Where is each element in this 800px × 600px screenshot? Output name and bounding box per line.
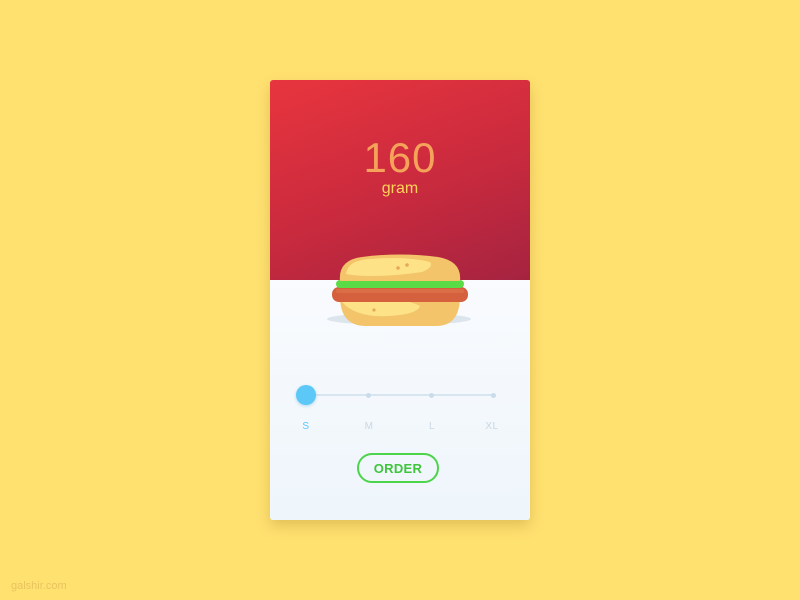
slider-stop-xl[interactable] — [491, 393, 496, 398]
order-button[interactable]: ORDER — [357, 453, 439, 483]
slider-track[interactable] — [305, 394, 495, 396]
size-option-l[interactable]: L — [412, 421, 452, 432]
size-slider[interactable] — [295, 382, 505, 406]
weight-unit: gram — [381, 180, 419, 197]
slider-stop-l[interactable] — [429, 393, 434, 398]
weight-value: 160 — [363, 134, 437, 181]
product-card: 160 gram S M L XL ORDER — [270, 80, 530, 520]
watermark: galshir.com — [11, 580, 67, 592]
size-option-s[interactable]: S — [286, 421, 326, 432]
size-option-xl[interactable]: XL — [472, 421, 512, 432]
slider-stop-m[interactable] — [366, 393, 371, 398]
slider-knob[interactable] — [296, 385, 316, 405]
size-option-m[interactable]: M — [349, 421, 389, 432]
burger-icon — [327, 254, 471, 326]
